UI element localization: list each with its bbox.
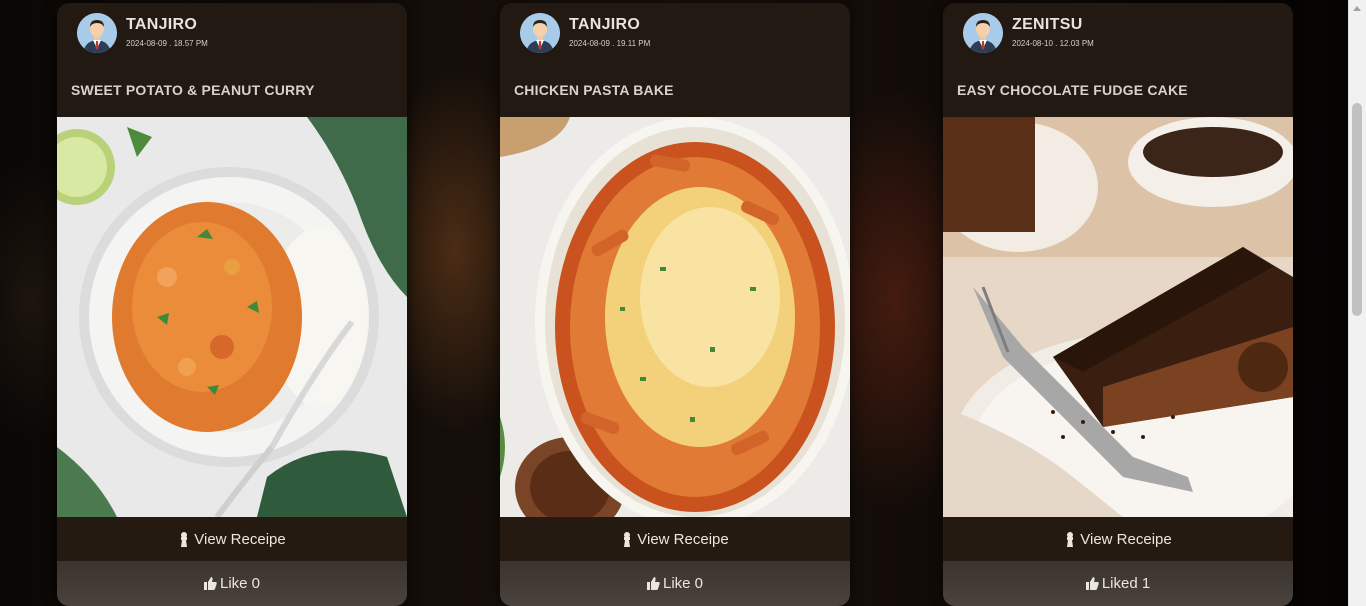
- author-name: ZENITSU: [1012, 16, 1083, 33]
- recipe-card: ZENITSU 2024-08-10 . 12.03 PM EASY CHOCO…: [943, 3, 1293, 606]
- chef-icon: [1064, 531, 1076, 547]
- user-avatar-icon: [963, 13, 1003, 53]
- pasta-photo: [500, 117, 850, 517]
- like-button[interactable]: Liked 1: [943, 561, 1293, 606]
- author-name: TANJIRO: [126, 16, 198, 33]
- recipe-card: TANJIRO 2024-08-09 . 18.57 PM SWEET POTA…: [57, 3, 407, 606]
- recipe-title: EASY CHOCOLATE FUDGE CAKE: [957, 82, 1188, 98]
- post-date: 2024-08-10 . 12.03 PM: [1012, 39, 1094, 48]
- thumbs-up-icon: [646, 577, 660, 590]
- card-header: ZENITSU 2024-08-10 . 12.03 PM EASY CHOCO…: [943, 3, 1293, 117]
- view-recipe-label: View Receipe: [194, 530, 286, 548]
- post-date: 2024-08-09 . 19.11 PM: [569, 39, 651, 48]
- view-recipe-button[interactable]: View Receipe: [943, 517, 1293, 561]
- scroll-up-arrow-icon[interactable]: [1353, 6, 1361, 11]
- user-avatar-icon: [520, 13, 560, 53]
- card-header: TANJIRO 2024-08-09 . 18.57 PM SWEET POTA…: [57, 3, 407, 117]
- card-header: TANJIRO 2024-08-09 . 19.11 PM CHICKEN PA…: [500, 3, 850, 117]
- curry-photo: [57, 117, 407, 517]
- view-recipe-button[interactable]: View Receipe: [57, 517, 407, 561]
- like-label: Like 0: [662, 575, 704, 592]
- scroll-thumb[interactable]: [1352, 103, 1362, 316]
- view-recipe-label: View Receipe: [1080, 530, 1172, 548]
- like-button[interactable]: Like 0: [57, 561, 407, 606]
- recipe-title: CHICKEN PASTA BAKE: [514, 82, 674, 98]
- chef-icon: [178, 531, 190, 547]
- user-avatar-icon: [77, 13, 117, 53]
- author-name: TANJIRO: [569, 16, 641, 33]
- view-recipe-label: View Receipe: [637, 530, 729, 548]
- view-recipe-button[interactable]: View Receipe: [500, 517, 850, 561]
- thumbs-up-icon: [203, 577, 217, 590]
- thumbs-up-icon: [1085, 577, 1099, 590]
- like-label: Like 0: [219, 575, 261, 592]
- recipe-title: SWEET POTATO & PEANUT CURRY: [71, 82, 315, 98]
- like-button[interactable]: Like 0: [500, 561, 850, 606]
- chef-icon: [621, 531, 633, 547]
- recipe-card: TANJIRO 2024-08-09 . 19.11 PM CHICKEN PA…: [500, 3, 850, 606]
- vertical-scrollbar[interactable]: [1348, 0, 1366, 606]
- like-label: Liked 1: [1101, 575, 1151, 592]
- cake-photo: [943, 117, 1293, 517]
- post-date: 2024-08-09 . 18.57 PM: [126, 39, 208, 48]
